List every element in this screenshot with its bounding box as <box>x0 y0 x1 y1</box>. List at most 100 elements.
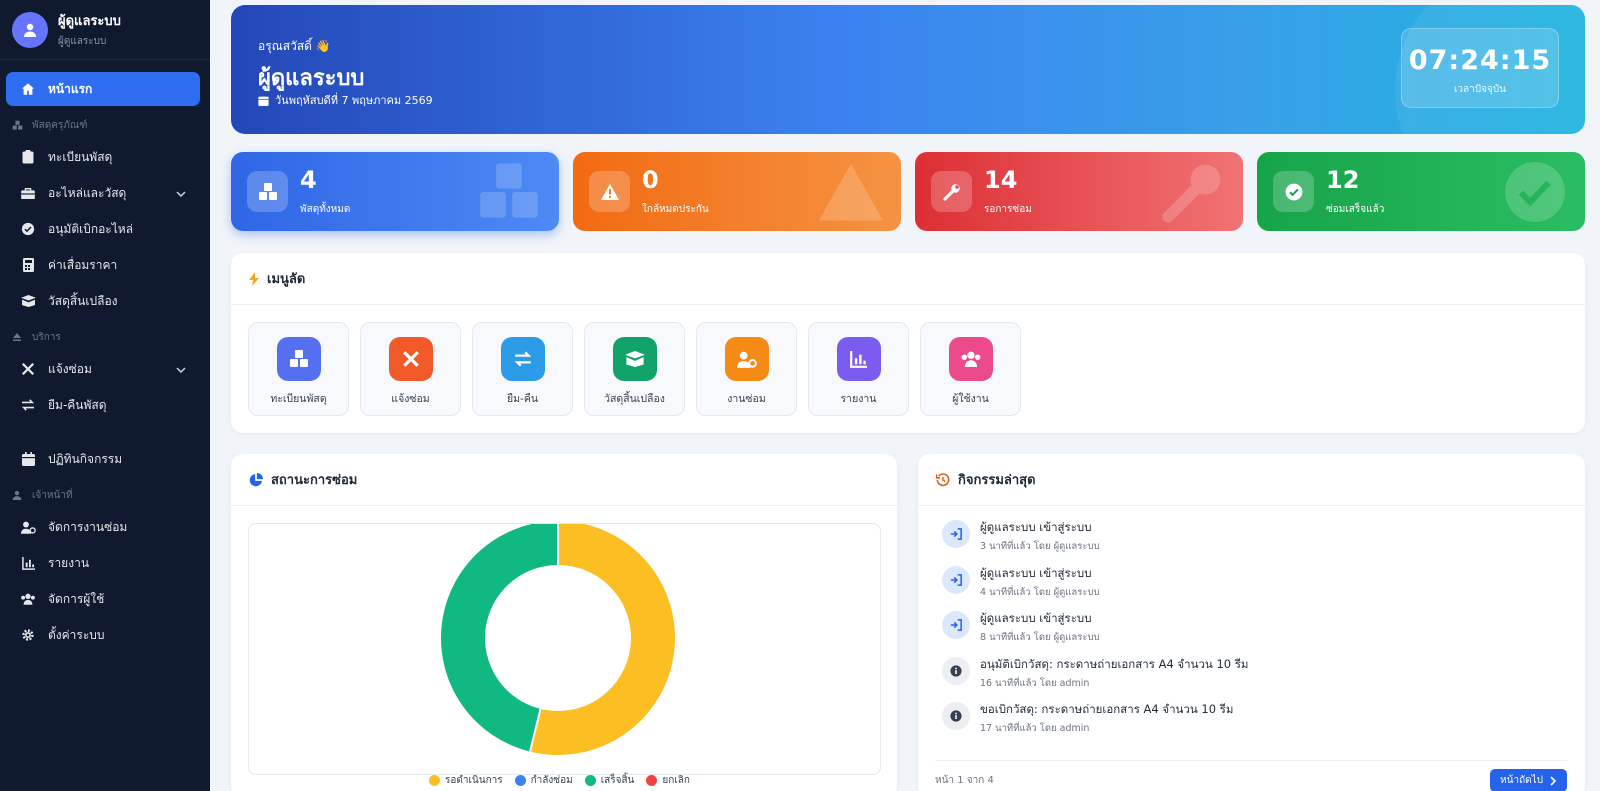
next-page-button[interactable]: หน้าถัดไป <box>1490 769 1567 791</box>
pagination: หน้า 1 จาก 4 หน้าถัดไป <box>935 760 1567 791</box>
exchange-icon <box>20 397 36 413</box>
user-gear-icon <box>724 337 769 381</box>
boxes-icon <box>276 337 321 381</box>
calculator-icon <box>20 257 36 273</box>
chevron-right-icon <box>1550 775 1557 786</box>
bolt-icon <box>249 271 259 286</box>
stat-card-pending-repair[interactable]: 14 รอการซ่อม <box>915 152 1243 231</box>
users-icon <box>948 337 993 381</box>
page-title: ผู้ดูแลระบบ <box>258 66 365 91</box>
stat-card-warranty-expiring[interactable]: 0 ใกล้หมดประกัน <box>573 152 901 231</box>
warning-icon <box>819 160 883 224</box>
sidebar-item-depreciation[interactable]: ค่าเสื่อมราคา <box>6 248 200 282</box>
sidebar-item-parts[interactable]: อะไหล่และวัสดุ <box>6 176 200 210</box>
stat-label: ใกล้หมดประกัน <box>642 204 709 215</box>
repair-status-panel: สถานะการซ่อม รอดำเนินการ กำลังซ่อม เสร็จสิ… <box>231 454 897 791</box>
user-profile[interactable]: ผู้ดูแลระบบ ผู้ดูแลระบบ <box>0 0 210 60</box>
legend-swatch <box>646 775 658 786</box>
users-icon <box>20 591 36 607</box>
sidebar-item-repair-request[interactable]: แจ้งซ่อม <box>6 352 200 386</box>
quick-tile-users[interactable]: ผู้ใช้งาน <box>920 322 1021 416</box>
chart-container <box>248 518 881 775</box>
stat-card-total-assets[interactable]: 4 พัสดุทั้งหมด <box>231 152 559 231</box>
sidebar-item-label: หน้าแรก <box>48 81 93 96</box>
chevron-down-icon[interactable] <box>176 363 186 377</box>
toolbox-icon <box>20 185 36 201</box>
legend-label: กำลังซ่อม <box>530 775 573 786</box>
quick-menu-panel: เมนูลัด ทะเบียนพัสดุ แจ้งซ่อม ยืม-คืน วั… <box>231 253 1585 433</box>
activity-list: ผู้ดูแลระบบ เข้าสู่ระบบ 3 นาทีที่แล้ว โดย… <box>918 506 1585 744</box>
legend-label: เสร็จสิ้น <box>600 775 635 786</box>
sidebar-item-borrow-return[interactable]: ยืม-คืนพัสดุ <box>6 388 200 422</box>
boxes-icon <box>247 171 288 212</box>
legend-item[interactable]: ยกเลิก <box>646 773 690 788</box>
sidebar-item-manage-repairs[interactable]: จัดการงานซ่อม <box>6 510 200 544</box>
profile-name: ผู้ดูแลระบบ <box>58 14 121 29</box>
recent-activity-panel: กิจกรรมล่าสุด ผู้ดูแลระบบ เข้าสู่ระบบ 3 น… <box>918 454 1585 791</box>
chevron-down-icon[interactable] <box>176 187 186 201</box>
clock-label: เวลาปัจจุบัน <box>1453 84 1507 95</box>
stat-value: 0 <box>642 166 659 194</box>
sign-in-icon <box>942 611 970 639</box>
tools-icon <box>388 337 433 381</box>
recent-activity-header: กิจกรรมล่าสุด <box>918 454 1585 506</box>
list-item: ผู้ดูแลระบบ เข้าสู่ระบบ 8 นาทีที่แล้ว โดย… <box>942 607 1561 653</box>
quick-tile-repair-jobs[interactable]: งานซ่อม <box>696 322 797 416</box>
stat-label: ซ่อมเสร็จแล้ว <box>1326 204 1385 215</box>
sidebar-section-staff: เจ้าหน้าที่ <box>0 480 210 510</box>
sidebar-item-settings[interactable]: ตั้งค่าระบบ <box>6 618 200 652</box>
boxes-icon <box>12 119 24 131</box>
sidebar-section-services: บริการ <box>0 322 210 352</box>
legend-label: ยกเลิก <box>662 775 690 786</box>
chart-legend: รอดำเนินการ กำลังซ่อม เสร็จสิ้น ยกเลิก <box>429 773 702 788</box>
sidebar-item-home[interactable]: หน้าแรก <box>6 72 200 106</box>
chart-icon <box>836 337 881 381</box>
sidebar-item-approve-parts[interactable]: อนุมัติเบิกอะไหล่ <box>6 212 200 246</box>
pie-chart-icon <box>249 472 263 487</box>
sidebar-nav: หน้าแรก พัสดุครุภัณฑ์ ทะเบียนพัสดุ อะไหล… <box>0 60 210 652</box>
sidebar-item-calendar[interactable]: ปฏิทินกิจกรรม <box>6 442 200 476</box>
list-item: อนุมัติเบิกวัสดุ: กระดาษถ่ายเอกสาร A4 จำ… <box>942 653 1561 699</box>
sidebar-item-asset-registry[interactable]: ทะเบียนพัสดุ <box>6 140 200 174</box>
boxes-icon <box>477 160 541 224</box>
calendar-icon <box>258 96 269 106</box>
quick-tile-asset-registry[interactable]: ทะเบียนพัสดุ <box>248 322 349 416</box>
welcome-banner: อรุณสวัสดิ์ 👋 ผู้ดูแลระบบ วันพฤหัสบดีที่… <box>231 5 1585 134</box>
quick-tile-borrow-return[interactable]: ยืม-คืน <box>472 322 573 416</box>
stat-card-repaired[interactable]: 12 ซ่อมเสร็จแล้ว <box>1257 152 1585 231</box>
sidebar-item-consumables[interactable]: วัสดุสิ้นเปลือง <box>6 284 200 318</box>
box-open-icon <box>20 293 36 309</box>
exchange-icon <box>500 337 545 381</box>
quick-tile-reports[interactable]: รายงาน <box>808 322 909 416</box>
stat-label: พัสดุทั้งหมด <box>300 204 351 215</box>
quick-menu-tiles: ทะเบียนพัสดุ แจ้งซ่อม ยืม-คืน วัสดุสิ้นเ… <box>231 305 1585 433</box>
eject-icon <box>12 331 24 343</box>
calendar-icon <box>20 451 36 467</box>
list-item: ขอเบิกวัสดุ: กระดาษถ่ายเอกสาร A4 จำนวน 1… <box>942 698 1561 744</box>
sidebar-item-manage-users[interactable]: จัดการผู้ใช้ <box>6 582 200 616</box>
repair-status-header: สถานะการซ่อม <box>231 454 897 506</box>
quick-menu-header: เมนูลัด <box>231 253 1585 305</box>
donut-chart <box>439 518 677 757</box>
clipboard-icon <box>20 149 36 165</box>
box-open-icon <box>612 337 657 381</box>
legend-item[interactable]: รอดำเนินการ <box>429 773 503 788</box>
user-gear-icon <box>20 519 36 535</box>
legend-item[interactable]: กำลังซ่อม <box>514 773 573 788</box>
stat-label: รอการซ่อม <box>984 204 1032 215</box>
info-icon <box>942 656 970 685</box>
wrench-icon <box>931 171 972 212</box>
legend-swatch <box>514 775 526 786</box>
legend-item[interactable]: เสร็จสิ้น <box>584 773 635 788</box>
quick-tile-repair-request[interactable]: แจ้งซ่อม <box>360 322 461 416</box>
tools-icon <box>20 361 36 377</box>
quick-tile-consumables[interactable]: วัสดุสิ้นเปลือง <box>584 322 685 416</box>
chart-icon <box>20 555 36 571</box>
sidebar-item-reports[interactable]: รายงาน <box>6 546 200 580</box>
stat-value: 4 <box>300 166 317 194</box>
user-icon <box>12 489 24 501</box>
check-icon <box>1273 171 1314 212</box>
avatar <box>12 11 48 48</box>
profile-role: ผู้ดูแลระบบ <box>58 36 107 47</box>
legend-label: รอดำเนินการ <box>445 775 503 786</box>
